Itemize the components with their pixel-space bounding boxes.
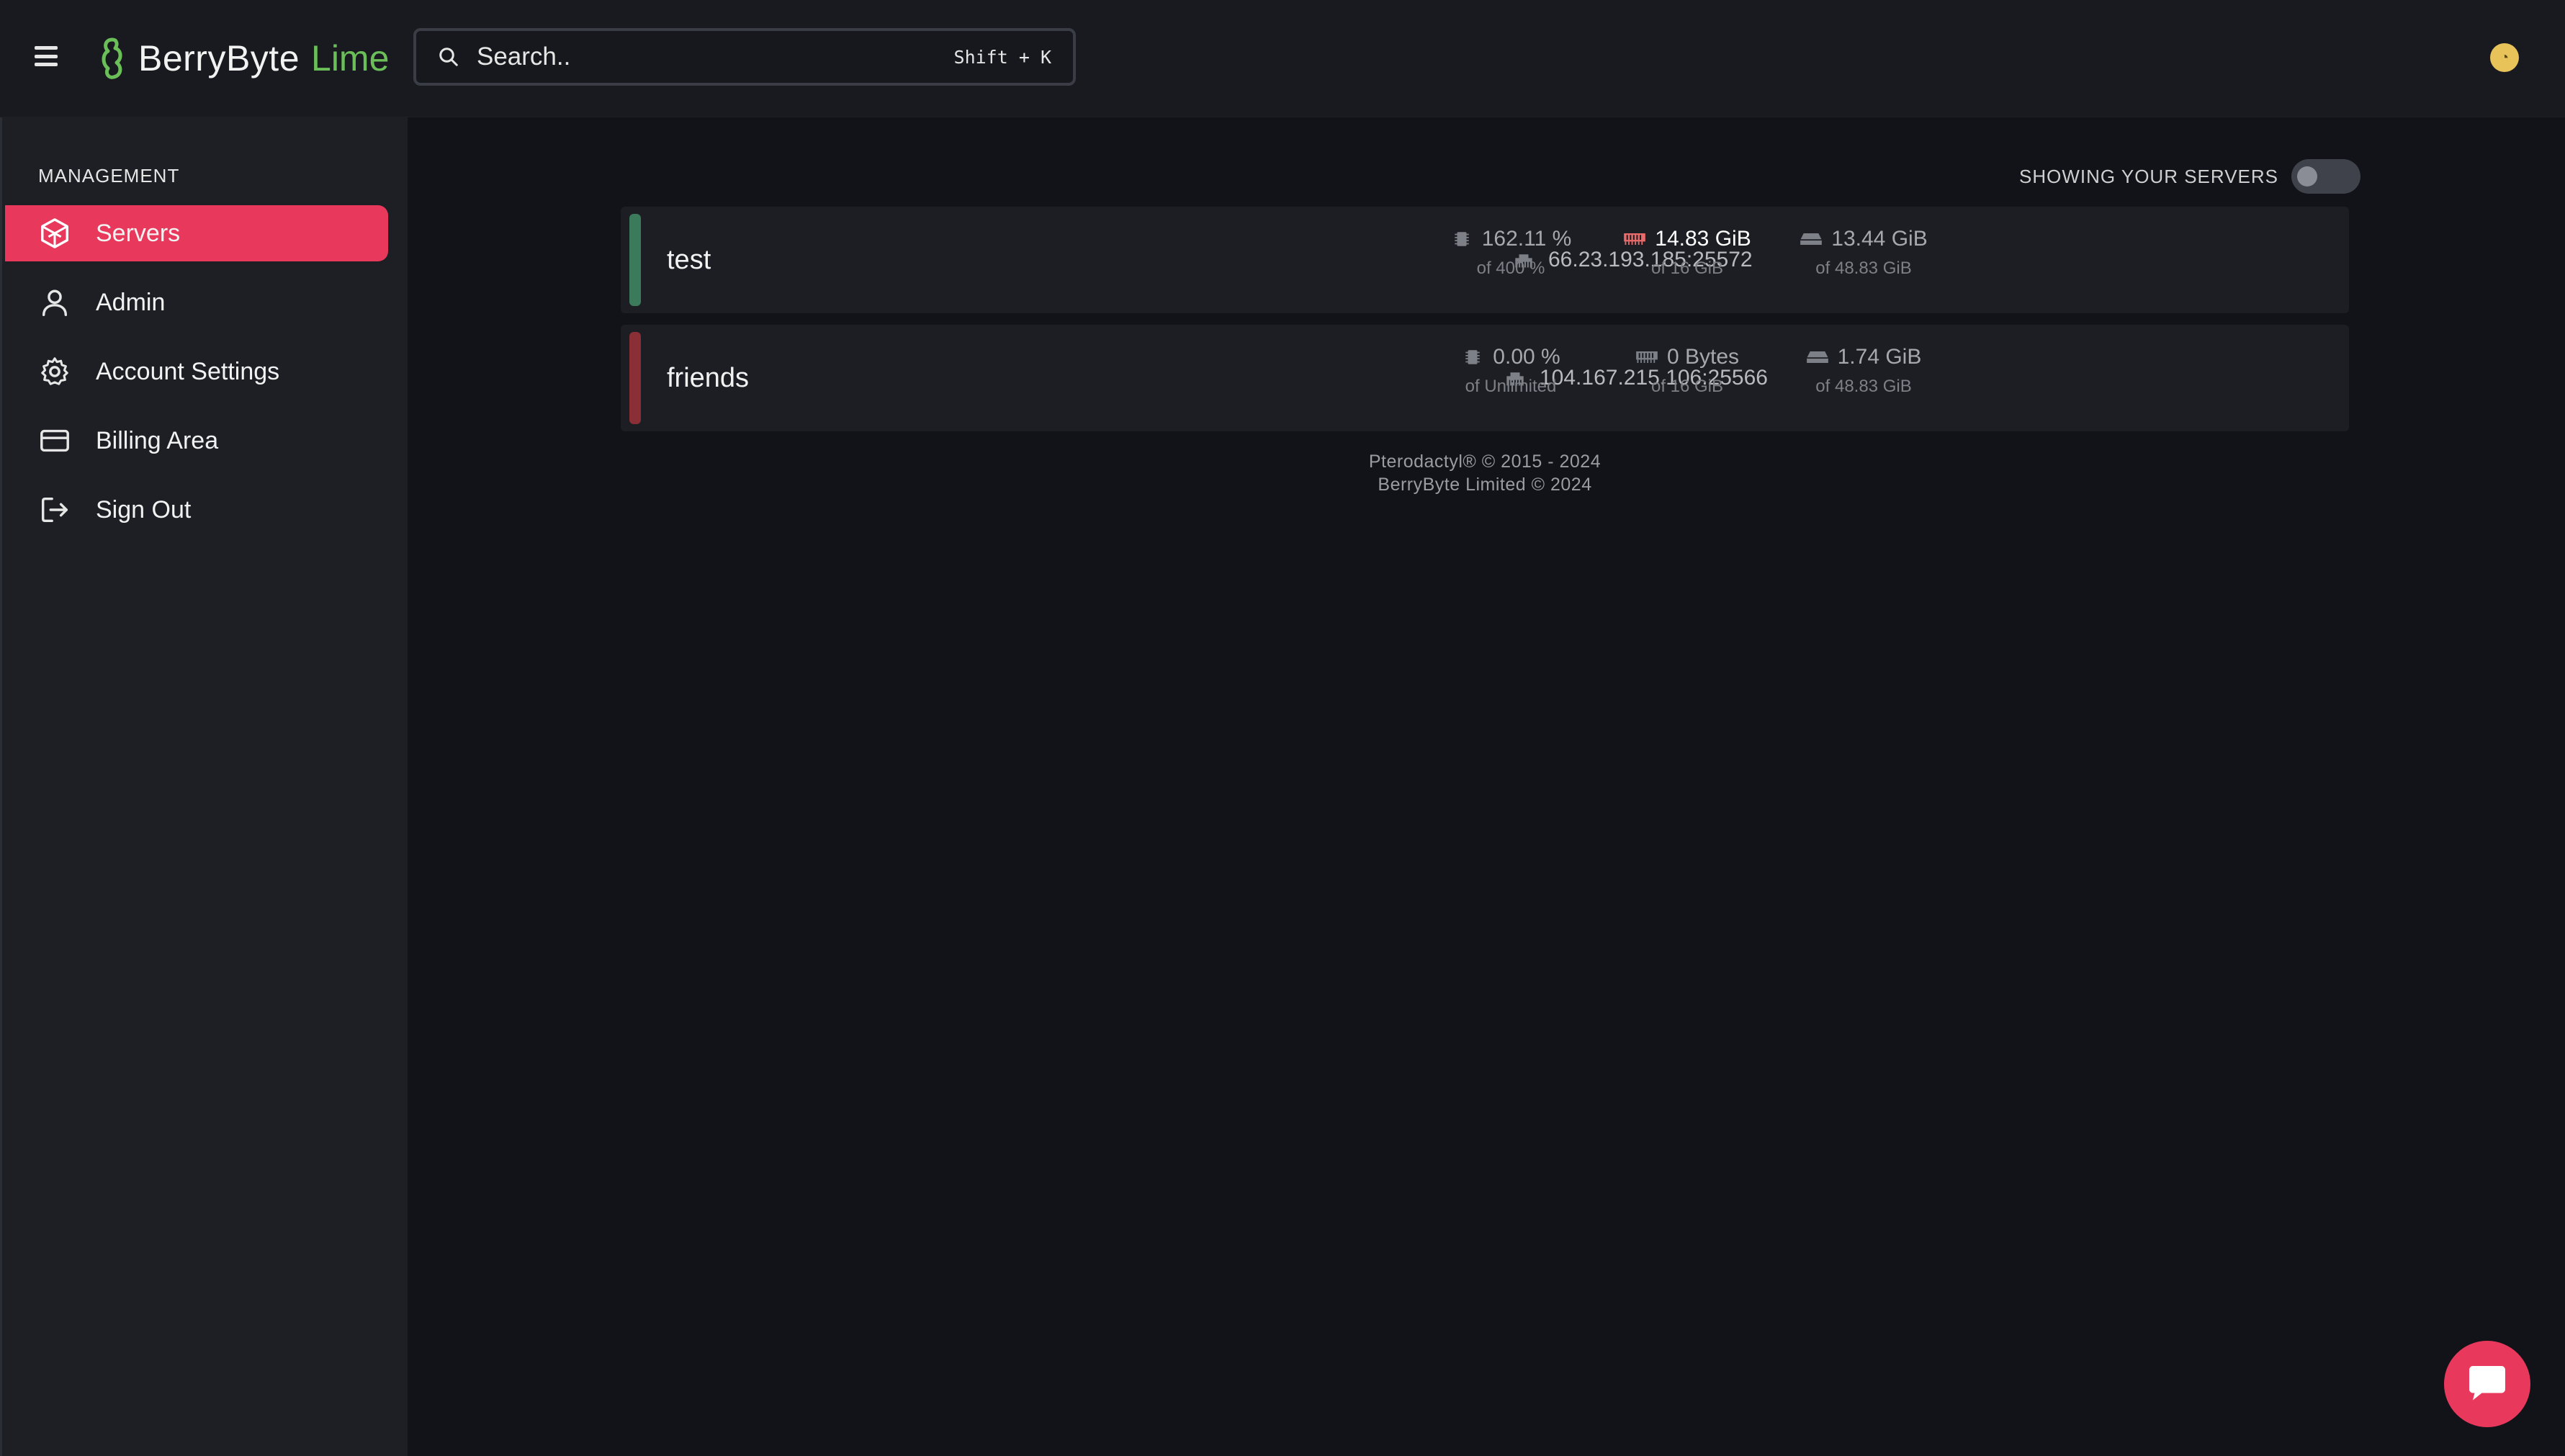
disk-usage: 1.74 GiB [1837, 345, 1922, 369]
credit-card-icon [40, 429, 69, 452]
cpu-icon [1465, 350, 1481, 364]
search-input[interactable]: Search.. Shift + K [413, 28, 1076, 86]
gear-icon [41, 357, 68, 385]
user-icon [42, 289, 68, 316]
chat-bubble-icon [2469, 1366, 2505, 1401]
search-placeholder: Search.. [477, 42, 571, 71]
memory-limit: of 16 GiB [1650, 377, 1724, 396]
disk-limit: of 48.83 GiB [1815, 259, 1912, 278]
disk-stat: 13.44 GiB of 48.83 GiB [1792, 227, 1936, 279]
footer: Pterodactyl® © 2015 - 2024 BerryByte Lim… [621, 450, 2349, 496]
footer-copyright-pterodactyl: Pterodactyl® © 2015 - 2024 [1368, 451, 1602, 472]
disk-stat: 1.74 GiB of 48.83 GiB [1792, 345, 1936, 397]
cpu-icon [1454, 232, 1469, 246]
top-bar: BerryByte Lime Search.. Shift + K ◔ [0, 0, 2565, 117]
hard-drive-icon [1806, 351, 1828, 363]
sidebar-item-label: Sign Out [96, 495, 192, 523]
brand-name: BerryByte [138, 38, 300, 78]
servers-icon [41, 218, 68, 248]
status-indicator [629, 332, 641, 424]
cpu-stat: 0.00 % of Unlimited [1439, 345, 1583, 397]
sidebar-section-label: MANAGEMENT [38, 165, 180, 187]
server-name: friends [667, 362, 750, 393]
status-indicator [629, 214, 641, 306]
sidebar-item-label: Admin [96, 288, 166, 316]
memory-usage: 14.83 GiB [1655, 227, 1751, 251]
show-all-servers-toggle[interactable] [2291, 159, 2360, 194]
server-filter-toggle-row: SHOWING YOUR SERVERS [2019, 159, 2360, 194]
sidebar-item-billing-area[interactable]: Billing Area [5, 413, 388, 469]
sidebar-item-servers[interactable]: Servers [5, 205, 388, 261]
toggle-label: SHOWING YOUR SERVERS [2019, 165, 2278, 187]
berry-logo-icon [102, 37, 122, 79]
sidebar-item-account-settings[interactable]: Account Settings [5, 343, 388, 400]
avatar[interactable]: ◔ [2490, 43, 2519, 72]
cpu-limit: of 400 % [1476, 259, 1545, 278]
brand-logo[interactable]: BerryByte Lime [98, 33, 389, 84]
disk-usage: 13.44 GiB [1831, 227, 1928, 251]
server-row[interactable]: test 66.23.193.185:25572 162.11 % of 400… [621, 207, 2349, 313]
cpu-usage: 162.11 % [1481, 227, 1572, 251]
menu-toggle-icon[interactable] [35, 46, 58, 66]
hard-drive-icon [1800, 233, 1823, 245]
cpu-usage: 0.00 % [1493, 345, 1560, 369]
sign-out-icon [41, 497, 68, 523]
memory-stat: 0 Bytes of 16 GiB [1615, 345, 1759, 397]
avatar-face-icon: ◔ [2499, 49, 2510, 66]
chat-button[interactable] [2444, 1341, 2530, 1427]
cpu-limit: of Unlimited [1465, 377, 1557, 396]
memory-usage: 0 Bytes [1666, 345, 1740, 369]
memory-icon [1624, 233, 1646, 245]
server-name: test [667, 244, 711, 275]
memory-icon [1636, 351, 1658, 363]
main-content: SHOWING YOUR SERVERS test 66.23.193.185:… [408, 117, 2565, 1456]
sidebar-item-admin[interactable]: Admin [5, 274, 388, 331]
cpu-stat: 162.11 % of 400 % [1439, 227, 1583, 279]
search-icon [439, 48, 458, 66]
server-row[interactable]: friends 104.167.215.106:25566 0.00 % of … [621, 325, 2349, 431]
memory-stat: 14.83 GiB of 16 GiB [1615, 227, 1759, 279]
sidebar-item-label: Account Settings [96, 357, 280, 385]
sidebar-item-label: Servers [96, 219, 181, 247]
footer-copyright-berrybyte: BerryByte Limited © 2024 [1378, 475, 1592, 495]
memory-limit: of 16 GiB [1650, 259, 1724, 278]
search-shortcut-hint: Shift + K [953, 46, 1051, 68]
toggle-knob [2297, 166, 2317, 187]
disk-limit: of 48.83 GiB [1815, 377, 1912, 396]
sidebar: MANAGEMENT Servers Admin Account Setting… [0, 117, 408, 1456]
brand-accent: Lime [311, 38, 390, 78]
sidebar-item-label: Billing Area [96, 426, 219, 454]
sidebar-item-sign-out[interactable]: Sign Out [5, 482, 388, 538]
